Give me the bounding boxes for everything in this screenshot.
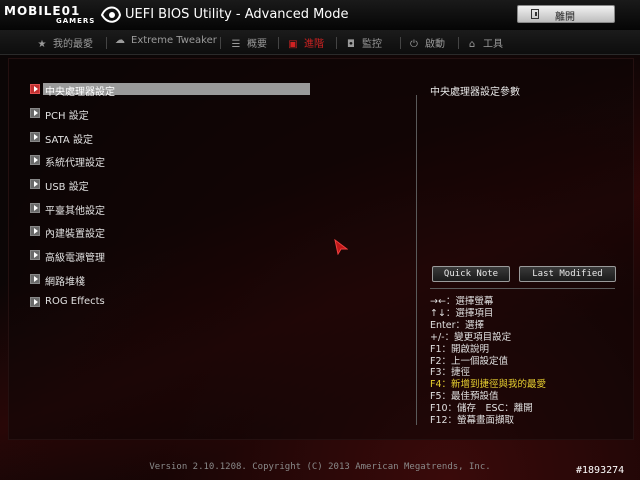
list-icon: ☰ [231, 39, 241, 50]
key-hint: F5：最佳預設值 [430, 391, 499, 403]
quick-note-button[interactable]: Quick Note [432, 266, 510, 282]
tab-tool[interactable]: ⌂ 工具 [466, 35, 503, 51]
mouse-cursor-icon [334, 239, 348, 255]
key-hint: F1：開啟說明 [430, 343, 490, 355]
logo: MOBILE01 GAMERS [4, 3, 122, 27]
tool-icon: ⌂ [468, 39, 476, 50]
tab-main[interactable]: ☰ 概要 [230, 35, 267, 51]
exit-button[interactable]: 離開 [517, 5, 615, 23]
rog-eye-icon [100, 6, 122, 23]
submenu-arrow-icon [30, 226, 40, 236]
version-footer: Version 2.10.1208. Copyright (C) 2013 Am… [149, 462, 491, 472]
submenu-arrow-icon [30, 274, 40, 284]
help-separator [430, 288, 615, 289]
tab-advanced[interactable]: ▣ 進階 [287, 35, 324, 51]
logo-text: MOBILE01 [4, 4, 81, 18]
submenu-arrow-icon [30, 203, 40, 213]
power-icon: ⏻ [410, 39, 418, 50]
key-hint: F2：上一個設定值 [430, 355, 509, 367]
tab-separator [336, 37, 337, 49]
key-hint-favorite: F4：新增到捷徑與我的最愛 [430, 379, 547, 391]
key-hint: F10：儲存 ESC：離開 [430, 403, 533, 415]
tab-boot[interactable]: ⏻ 啟動 [408, 35, 445, 51]
image-tag: #1893274 [576, 465, 625, 476]
submenu-arrow-icon [30, 297, 40, 307]
tab-separator [278, 37, 279, 49]
tab-separator [458, 37, 459, 49]
key-legend: →←：選擇螢幕 ↑↓：選擇項目 Enter：選擇 +/-：變更項目設定 F1：開… [430, 296, 546, 427]
submenu-arrow-icon [30, 108, 40, 118]
last-modified-button[interactable]: Last Modified [519, 266, 616, 282]
key-hint: +/-：變更項目設定 [430, 331, 512, 343]
exit-label: 離開 [555, 12, 575, 23]
help-description: 中央處理器設定參數 [430, 87, 520, 98]
submenu-arrow-icon [30, 250, 40, 260]
tab-separator [400, 37, 401, 49]
tab-favorites[interactable]: ★ 我的最愛 [36, 35, 93, 51]
submenu-arrow-icon [30, 132, 40, 142]
star-icon: ★ [37, 39, 47, 50]
tab-separator [106, 37, 107, 49]
key-hint: →←：選擇螢幕 [430, 296, 494, 307]
exit-icon [531, 9, 539, 19]
key-hint: Enter：選擇 [430, 319, 484, 331]
tab-bar: ★ 我的最愛 ☁ Extreme Tweaker ☰ 概要 ▣ 進階 ◘ 監控 ⏻ 啟動 ⌂… [0, 30, 640, 55]
window-title: UEFI BIOS Utility - Advanced Mode [125, 7, 349, 22]
title-bar: MOBILE01 GAMERS UEFI BIOS Utility - Adva… [0, 0, 640, 30]
cloud-icon: ☁ [115, 35, 125, 46]
tab-extreme-tweaker[interactable]: ☁ Extreme Tweaker [114, 35, 217, 51]
key-hint: F12：螢幕畫面擷取 [430, 415, 515, 427]
submenu-arrow-icon [30, 84, 40, 94]
monitor-icon: ◘ [347, 39, 355, 50]
submenu-arrow-icon [30, 179, 40, 189]
tab-separator [220, 37, 221, 49]
key-hint: F3：捷徑 [430, 367, 471, 379]
logo-sub: GAMERS [56, 17, 96, 25]
advanced-icon: ▣ [288, 39, 298, 50]
tab-monitor[interactable]: ◘ 監控 [345, 35, 382, 51]
submenu-arrow-icon [30, 155, 40, 165]
panel-divider [416, 95, 417, 425]
key-hint: ↑↓：選擇項目 [430, 307, 494, 319]
